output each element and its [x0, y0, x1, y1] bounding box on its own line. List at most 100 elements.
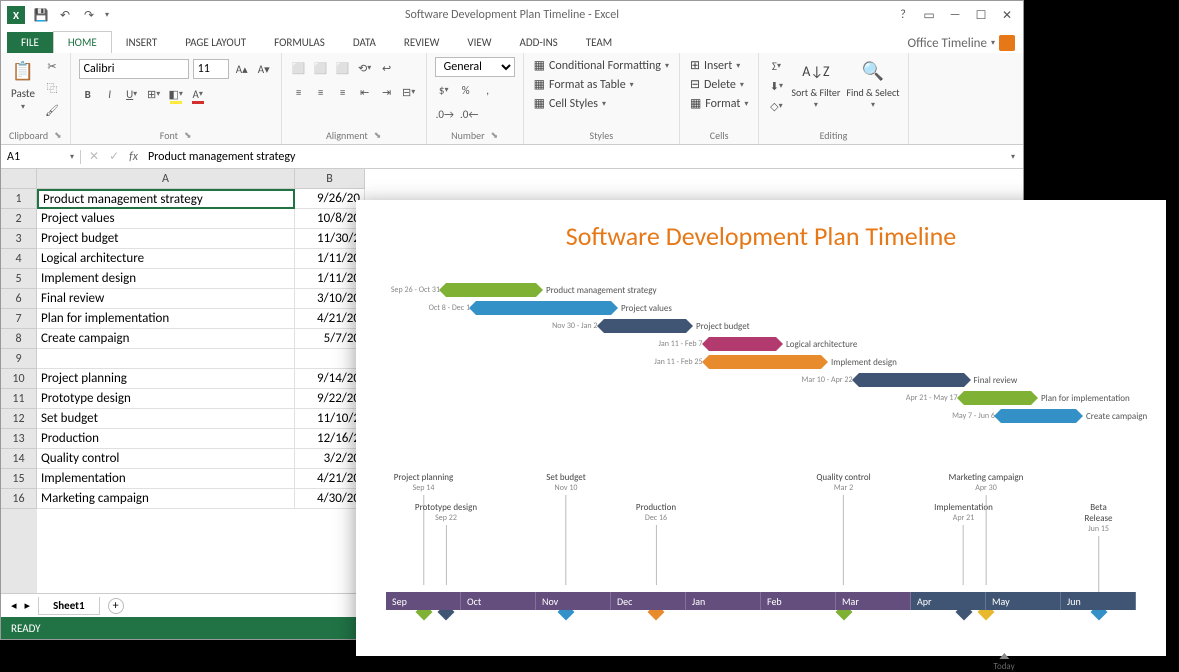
- fill-color-button[interactable]: ◧▾: [167, 85, 185, 103]
- tab-team[interactable]: TEAM: [572, 32, 626, 53]
- tab-data[interactable]: DATA: [339, 32, 390, 53]
- cell[interactable]: [37, 349, 295, 369]
- cell[interactable]: Implementation: [37, 469, 295, 489]
- sheet-nav-next-icon[interactable]: ▸: [25, 599, 31, 612]
- row-header[interactable]: 5: [1, 269, 37, 289]
- enter-formula-icon[interactable]: ✓: [109, 149, 119, 164]
- sheet-nav-prev-icon[interactable]: ◂: [11, 599, 17, 612]
- row-header[interactable]: 13: [1, 429, 37, 449]
- cell[interactable]: Project budget: [37, 229, 295, 249]
- sheet-tab-sheet1[interactable]: Sheet1: [38, 597, 100, 615]
- format-painter-icon[interactable]: 🖌: [43, 101, 61, 119]
- cell[interactable]: Create campaign: [37, 329, 295, 349]
- align-middle-icon[interactable]: ⬜: [312, 59, 330, 77]
- col-header-A[interactable]: A: [37, 169, 295, 189]
- cell[interactable]: 3/2/20: [295, 449, 365, 469]
- border-button[interactable]: ⊞▾: [145, 85, 163, 103]
- decrease-indent-icon[interactable]: ⇤: [356, 83, 374, 101]
- close-button[interactable]: ✕: [995, 6, 1019, 24]
- increase-font-icon[interactable]: A▴: [233, 60, 251, 78]
- row-header[interactable]: 9: [1, 349, 37, 369]
- cell[interactable]: 5/7/20: [295, 329, 365, 349]
- format-as-table-button[interactable]: ▦Format as Table▾: [532, 76, 636, 93]
- cell-styles-button[interactable]: ▦Cell Styles▾: [532, 95, 608, 112]
- font-name-select[interactable]: [79, 59, 189, 79]
- tab-insert[interactable]: INSERT: [112, 32, 172, 53]
- cell[interactable]: 4/30/20: [295, 489, 365, 509]
- name-box[interactable]: A1▾: [1, 150, 81, 164]
- orientation-icon[interactable]: ⟲▾: [356, 59, 374, 77]
- bold-button[interactable]: B: [79, 85, 97, 103]
- font-size-select[interactable]: [193, 59, 229, 79]
- cell[interactable]: 9/26/20: [295, 189, 365, 209]
- cut-icon[interactable]: ✂: [43, 57, 61, 75]
- select-all-corner[interactable]: [1, 169, 37, 189]
- number-format-select[interactable]: General: [435, 57, 515, 77]
- row-header[interactable]: 15: [1, 469, 37, 489]
- align-center-icon[interactable]: ≡: [312, 83, 330, 101]
- tab-file[interactable]: FILE: [7, 32, 53, 53]
- font-color-button[interactable]: A▾: [189, 85, 207, 103]
- increase-decimal-icon[interactable]: .0→: [435, 105, 455, 123]
- format-cells-button[interactable]: ▦Format▾: [688, 95, 750, 112]
- row-header[interactable]: 12: [1, 409, 37, 429]
- align-left-icon[interactable]: ≡: [290, 83, 308, 101]
- launcher-icon[interactable]: ⬊: [54, 130, 62, 141]
- cell[interactable]: 10/8/20: [295, 209, 365, 229]
- formula-input[interactable]: Product management strategy: [148, 150, 1001, 164]
- launcher-icon[interactable]: ⬊: [184, 130, 192, 141]
- italic-button[interactable]: I: [101, 85, 119, 103]
- qat-dropdown-icon[interactable]: ▾: [105, 10, 109, 20]
- row-header[interactable]: 16: [1, 489, 37, 509]
- align-top-icon[interactable]: ⬜: [290, 59, 308, 77]
- cell[interactable]: Implement design: [37, 269, 295, 289]
- cell[interactable]: 9/22/20: [295, 389, 365, 409]
- launcher-icon[interactable]: ⬊: [491, 130, 499, 141]
- row-header[interactable]: 4: [1, 249, 37, 269]
- cell[interactable]: 11/30/2: [295, 229, 365, 249]
- cell[interactable]: Marketing campaign: [37, 489, 295, 509]
- paste-button[interactable]: 📋 Paste ▾: [9, 57, 37, 112]
- cell[interactable]: 9/14/20: [295, 369, 365, 389]
- underline-button[interactable]: U▾: [123, 85, 141, 103]
- row-header[interactable]: 2: [1, 209, 37, 229]
- merge-button[interactable]: ⊟▾: [400, 83, 418, 101]
- wrap-text-icon[interactable]: ↩: [378, 59, 396, 77]
- increase-indent-icon[interactable]: ⇥: [378, 83, 396, 101]
- ribbon-options-icon[interactable]: ▭: [917, 6, 941, 24]
- cell[interactable]: Project values: [37, 209, 295, 229]
- tab-page-layout[interactable]: PAGE LAYOUT: [171, 32, 260, 53]
- office-timeline-addin[interactable]: Office Timeline ▾: [900, 33, 1023, 53]
- tab-view[interactable]: VIEW: [453, 32, 505, 53]
- cell[interactable]: Product management strategy: [37, 189, 295, 209]
- cell[interactable]: Final review: [37, 289, 295, 309]
- tab-formulas[interactable]: FORMULAS: [260, 32, 339, 53]
- add-sheet-button[interactable]: +: [108, 598, 124, 614]
- minimize-button[interactable]: —: [943, 6, 967, 24]
- cell[interactable]: 4/21/20: [295, 469, 365, 489]
- cell[interactable]: Quality control: [37, 449, 295, 469]
- find-select-button[interactable]: 🔍 Find & Select▾: [846, 57, 899, 110]
- cell[interactable]: 11/10/2: [295, 409, 365, 429]
- tab-review[interactable]: REVIEW: [390, 32, 454, 53]
- decrease-decimal-icon[interactable]: .0←: [459, 105, 479, 123]
- row-header[interactable]: 14: [1, 449, 37, 469]
- percent-icon[interactable]: %: [457, 81, 475, 99]
- comma-icon[interactable]: ,: [479, 81, 497, 99]
- row-header[interactable]: 8: [1, 329, 37, 349]
- cell[interactable]: [295, 349, 365, 369]
- redo-icon[interactable]: ↷: [81, 7, 97, 23]
- row-header[interactable]: 11: [1, 389, 37, 409]
- copy-icon[interactable]: ⿻: [43, 79, 61, 97]
- cell[interactable]: 3/10/20: [295, 289, 365, 309]
- cells-area[interactable]: Product management strategy9/26/20Projec…: [37, 189, 365, 593]
- fill-icon[interactable]: ⬇▾: [767, 77, 785, 95]
- help-icon[interactable]: ?: [891, 6, 915, 24]
- cell[interactable]: 1/11/20: [295, 269, 365, 289]
- tab-home[interactable]: HOME: [53, 31, 112, 53]
- cell[interactable]: Plan for implementation: [37, 309, 295, 329]
- currency-icon[interactable]: $▾: [435, 81, 453, 99]
- cancel-formula-icon[interactable]: ✕: [89, 149, 99, 164]
- autosum-icon[interactable]: Σ▾: [767, 57, 785, 75]
- row-header[interactable]: 6: [1, 289, 37, 309]
